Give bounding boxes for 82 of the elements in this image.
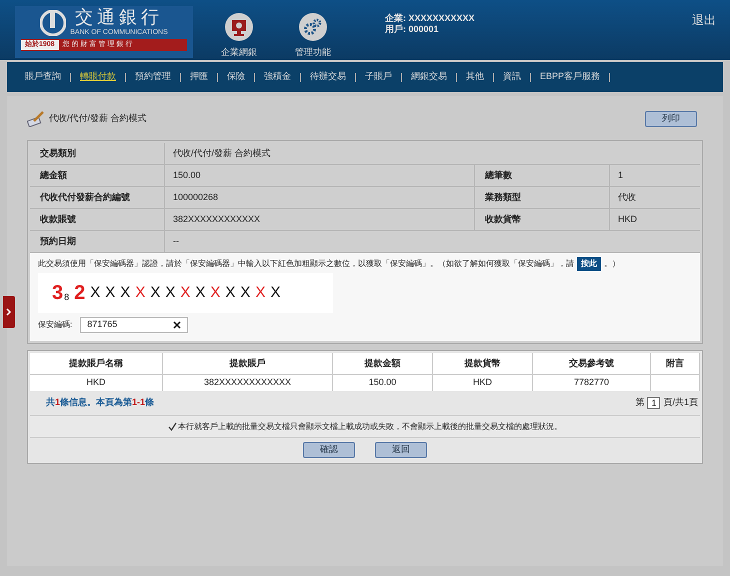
column-header: 附言 bbox=[651, 353, 700, 374]
chevron-right-icon bbox=[6, 308, 12, 316]
nav-tab[interactable]: 資訊 bbox=[503, 70, 521, 84]
detail-label: 總筆數 bbox=[475, 165, 610, 186]
table-cell: 7782770 bbox=[533, 375, 651, 391]
code-character: X bbox=[255, 282, 266, 303]
pager-suffix: 頁/共1頁 bbox=[663, 396, 698, 410]
pager-prefix: 第 bbox=[635, 396, 644, 410]
detail-value: HKD bbox=[617, 212, 638, 226]
page-title: 代收/代付/發薪 合約模式 bbox=[49, 112, 147, 126]
logout-link[interactable]: 退出 bbox=[692, 11, 716, 29]
table-cell: 150.00 bbox=[333, 375, 433, 391]
action-button[interactable]: 返回 bbox=[375, 442, 427, 458]
nav-tab[interactable]: 待辦交易 bbox=[310, 70, 346, 84]
app-button[interactable]: 管理功能 bbox=[285, 12, 341, 60]
detail-value: 1 bbox=[617, 168, 624, 182]
code-character: X bbox=[150, 282, 160, 303]
detail-value: 代收/代付/發薪 合約模式 bbox=[172, 146, 272, 160]
code-character: X bbox=[270, 282, 280, 303]
detail-label: 代收代付發薪合約編號 bbox=[30, 187, 165, 208]
action-button[interactable]: 確認 bbox=[303, 442, 355, 458]
code-character: X bbox=[240, 282, 250, 303]
app-button[interactable]: 企業網銀 bbox=[211, 12, 267, 60]
notice-checkbox[interactable] bbox=[168, 422, 177, 431]
detail-value: 100000268 bbox=[165, 187, 475, 208]
detail-value: 代收 bbox=[617, 190, 637, 204]
clear-icon[interactable] bbox=[173, 321, 182, 329]
column-header: 提款賬戶名稱 bbox=[30, 353, 163, 374]
nav-tab[interactable]: 網銀交易 bbox=[411, 70, 447, 84]
nav-tab[interactable]: 保險 bbox=[227, 70, 245, 84]
record-summary: 共1條信息。本頁為第1-1條 bbox=[46, 396, 154, 410]
nav-tab[interactable]: 其他 bbox=[466, 70, 484, 84]
page-number-field[interactable]: 1 bbox=[647, 397, 660, 409]
code-character: X bbox=[180, 282, 190, 303]
code-character: X bbox=[195, 282, 206, 303]
code-character: X bbox=[90, 282, 100, 303]
table-cell: HKD bbox=[30, 375, 163, 391]
nav-tab[interactable]: 押匯 bbox=[190, 70, 208, 84]
detail-label: 收款賬號 bbox=[30, 209, 165, 230]
detail-label: 總金額 bbox=[30, 165, 165, 186]
security-instruction: 此交易須使用「保安編碼器」認證，請於「保安編碼器」中輸入以下紅色加粗顯示之數位，以獲取「保安編碼」。（如欲了解如何獲取「保安編碼」，請 按此 。） bbox=[38, 257, 692, 271]
code-character: X bbox=[165, 282, 176, 303]
detail-value: -- bbox=[172, 234, 180, 248]
code-character: 3 bbox=[52, 281, 64, 306]
nav-tab[interactable]: 強積金 bbox=[264, 70, 291, 84]
code-character: X bbox=[105, 282, 116, 303]
logo-name: 交通銀行 bbox=[74, 8, 163, 28]
gears-icon bbox=[298, 12, 328, 42]
detail-value: 150.00 bbox=[165, 165, 475, 186]
logo-mark-icon bbox=[40, 10, 66, 36]
security-code-field[interactable]: 871765 bbox=[80, 317, 188, 333]
user-label: 用戶: 000001 bbox=[385, 24, 440, 35]
field-label: 保安編碼: bbox=[38, 319, 72, 331]
table-cell: 382XXXXXXXXXXXX bbox=[163, 375, 333, 391]
nav-tab[interactable]: EBPP客戶服務 bbox=[540, 70, 600, 84]
company-label: 企業: XXXXXXXXXXX bbox=[385, 13, 475, 24]
column-header: 提款賬戶 bbox=[163, 353, 333, 374]
notice-text: 本行就客戶上載的批量交易文檔只會顯示文檔上載成功或失敗，不會顯示上載後的批量交易文檔的處理狀況。 bbox=[178, 420, 562, 432]
detail-label: 業務類型 bbox=[475, 187, 610, 208]
click-here-link[interactable]: 按此 bbox=[577, 257, 601, 271]
column-header: 提款金額 bbox=[333, 353, 433, 374]
nav-tab[interactable]: 轉賬付款 bbox=[80, 70, 116, 84]
table-cell: HKD bbox=[433, 375, 533, 391]
code-character: X bbox=[120, 282, 130, 303]
detail-value: 382XXXXXXXXXXXX bbox=[165, 209, 475, 230]
monitor-icon bbox=[224, 12, 254, 42]
code-character: X bbox=[135, 282, 146, 303]
column-header: 交易參考號 bbox=[533, 353, 651, 374]
print-button[interactable]: 列印 bbox=[645, 111, 697, 127]
nav-tab[interactable]: 預約管理 bbox=[135, 70, 171, 84]
code-character: 2 bbox=[74, 281, 86, 306]
nav-tab[interactable]: 賬戶查詢 bbox=[25, 70, 61, 84]
code-character: X bbox=[225, 282, 236, 303]
column-header: 提款貨幣 bbox=[433, 353, 533, 374]
code-character: 8 bbox=[64, 290, 70, 304]
pencil-icon bbox=[27, 111, 45, 127]
detail-label: 預約日期 bbox=[30, 231, 165, 252]
detail-label: 交易類別 bbox=[30, 143, 165, 164]
detail-label: 收款貨幣 bbox=[475, 209, 610, 230]
side-toggle-button[interactable] bbox=[3, 296, 15, 328]
code-character: X bbox=[210, 282, 220, 303]
nav-tab[interactable]: 子賬戶 bbox=[365, 70, 392, 84]
